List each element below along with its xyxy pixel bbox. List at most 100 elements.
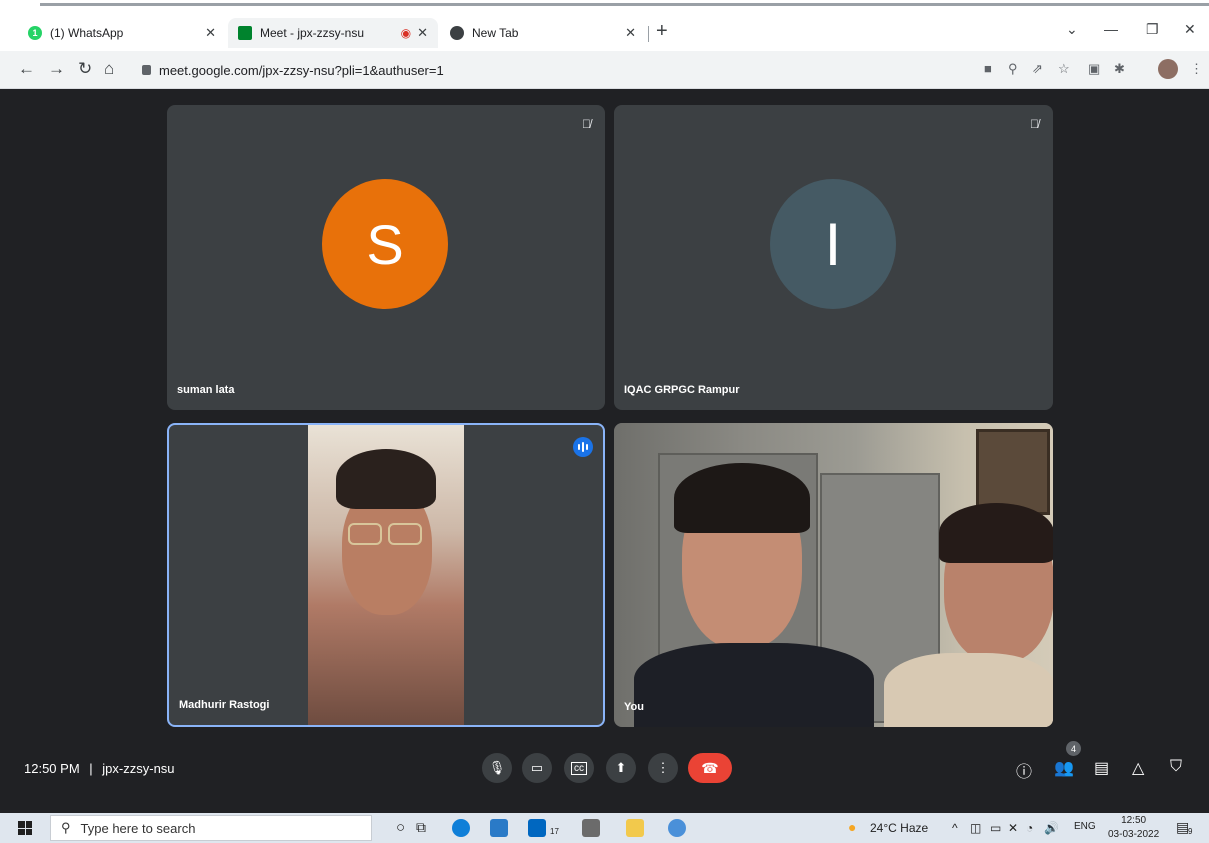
- clock-time: 12:50: [1121, 815, 1147, 826]
- reload-icon[interactable]: ↻: [78, 59, 92, 79]
- close-icon[interactable]: ✕: [625, 25, 636, 41]
- search-icon: ⚲: [61, 820, 71, 835]
- profile-avatar[interactable]: [1158, 59, 1178, 79]
- microsoft-store-icon[interactable]: [528, 819, 546, 837]
- taskbar-search[interactable]: ⚲ Type here to search: [50, 815, 372, 841]
- tab-strip: 1 (1) WhatsApp ✕ Meet - jpx-zzsy-nsu ◉ ✕…: [0, 14, 1209, 51]
- tab-separator: [648, 26, 649, 42]
- participant-tile-self[interactable]: You: [614, 423, 1053, 727]
- meet-icon: [238, 26, 252, 40]
- avatar-initial: S: [366, 212, 404, 276]
- restore-icon[interactable]: ❐: [1146, 21, 1159, 38]
- forward-icon[interactable]: →: [48, 59, 65, 79]
- battery-icon[interactable]: ▭: [990, 821, 1001, 835]
- participant-tile-active-speaker[interactable]: Madhurir Rastogi: [167, 423, 605, 727]
- cortana-icon[interactable]: ○: [396, 819, 405, 836]
- windows-taskbar: ⚲ Type here to search ○ ⧉ 17 ● 24°C Haze…: [0, 813, 1209, 843]
- separator: |: [89, 761, 93, 776]
- participant-name: IQAC GRPGC Rampur: [624, 384, 740, 396]
- present-button[interactable]: ⬆: [606, 753, 636, 783]
- meeting-time: 12:50 PM: [24, 761, 80, 776]
- mic-off-icon: 🎙̸: [582, 117, 591, 131]
- camera-in-use-icon[interactable]: ■: [984, 61, 992, 76]
- new-tab-icon[interactable]: +: [656, 20, 668, 43]
- weather-text: 24°C Haze: [870, 821, 929, 835]
- people-icon[interactable]: 👥: [1054, 758, 1074, 778]
- participant-count-badge: 4: [1066, 741, 1081, 756]
- end-call-icon: ☎: [701, 759, 719, 776]
- clock-date: 03-03-2022: [1108, 829, 1160, 840]
- meet-control-bar: 12:50 PM | jpx-zzsy-nsu 🎙 ▭ cc ⬆ ⋮ ☎ ⓘ 👥…: [0, 741, 1209, 795]
- host-controls-icon[interactable]: ⛉: [1170, 758, 1182, 776]
- meeting-info: 12:50 PM | jpx-zzsy-nsu: [24, 761, 175, 776]
- more-vert-icon: ⋮: [656, 760, 670, 775]
- zoom-icon[interactable]: ⚲: [1008, 61, 1018, 77]
- windows-start-icon[interactable]: [18, 821, 32, 835]
- taskbar-clock[interactable]: 12:50 03-03-2022: [1108, 814, 1159, 842]
- volume-icon[interactable]: 🔊: [1044, 821, 1059, 835]
- avatar-initial: I: [824, 210, 842, 278]
- back-icon[interactable]: ←: [18, 59, 35, 79]
- close-icon[interactable]: ✕: [417, 25, 428, 41]
- tab-label: Meet - jpx-zzsy-nsu: [260, 26, 365, 40]
- extensions-puzzle-icon[interactable]: ✱: [1114, 61, 1125, 77]
- window-top-edge: [0, 0, 1209, 14]
- more-options-button[interactable]: ⋮: [648, 753, 678, 783]
- avatar: S: [322, 179, 448, 309]
- task-view-icon[interactable]: ⧉: [416, 819, 426, 836]
- calculator-icon[interactable]: [490, 819, 508, 837]
- tab-label: New Tab: [472, 26, 519, 40]
- wifi-icon[interactable]: ◔: [1026, 821, 1033, 835]
- url-text: meet.google.com/jpx-zzsy-nsu?pli=1&authu…: [159, 62, 444, 78]
- captions-button[interactable]: cc: [564, 753, 594, 783]
- chat-icon[interactable]: ▤: [1094, 758, 1109, 778]
- edge-icon[interactable]: [452, 819, 470, 837]
- file-explorer-icon[interactable]: [626, 819, 644, 837]
- participant-name: Madhurir Rastogi: [179, 699, 270, 711]
- meeting-code: jpx-zzsy-nsu: [102, 761, 175, 776]
- lock-icon: [142, 65, 151, 75]
- tab-new-tab[interactable]: New Tab ✕: [440, 18, 646, 48]
- chrome-taskbar-icon[interactable]: [668, 819, 686, 837]
- tab-meet[interactable]: Meet - jpx-zzsy-nsu ◉ ✕: [228, 18, 438, 48]
- meeting-details-icon[interactable]: ⓘ: [1016, 758, 1032, 782]
- weather-icon: ●: [848, 819, 857, 835]
- store-badge: 17: [550, 827, 559, 836]
- participant-tile[interactable]: 🎙̸ S suman lata: [167, 105, 605, 410]
- browser-toolbar: ← → ↻ ⌂ meet.google.com/jpx-zzsy-nsu?pli…: [0, 51, 1209, 89]
- leave-call-button[interactable]: ☎: [688, 753, 732, 783]
- app-icon[interactable]: [582, 819, 600, 837]
- microphone-icon: 🎙: [488, 760, 506, 775]
- tab-search-icon[interactable]: ⌄: [1066, 21, 1078, 38]
- camera-button[interactable]: ▭: [522, 753, 552, 783]
- tab-whatsapp[interactable]: 1 (1) WhatsApp ✕: [18, 18, 226, 48]
- meet-tray-icon[interactable]: ◫: [970, 821, 981, 835]
- home-icon[interactable]: ⌂: [104, 59, 114, 79]
- show-hidden-icons-icon[interactable]: ^: [952, 821, 958, 835]
- minimize-icon[interactable]: —: [1104, 21, 1118, 37]
- activities-icon[interactable]: △: [1132, 758, 1144, 778]
- avatar: I: [770, 179, 896, 309]
- speaking-indicator-icon: [573, 437, 593, 457]
- bluetooth-off-icon[interactable]: ✕: [1008, 821, 1018, 835]
- extension-icon[interactable]: ▣: [1088, 61, 1100, 77]
- present-screen-icon: ⬆: [615, 760, 627, 775]
- whatsapp-icon: 1: [28, 26, 42, 40]
- participant-name: You: [624, 701, 644, 713]
- window-close-icon[interactable]: ✕: [1184, 21, 1196, 38]
- recording-icon: ◉: [400, 26, 412, 40]
- microphone-button[interactable]: 🎙: [482, 753, 512, 783]
- participant-name: suman lata: [177, 384, 235, 396]
- camera-icon: ▭: [530, 760, 544, 775]
- search-placeholder: Type here to search: [80, 820, 196, 836]
- captions-icon: cc: [571, 761, 587, 775]
- participant-video: [614, 423, 1053, 727]
- meet-stage: 🎙̸ S suman lata 🎙̸ I IQAC GRPGC Rampur M…: [0, 89, 1209, 795]
- close-icon[interactable]: ✕: [205, 25, 216, 41]
- share-icon[interactable]: ⇗: [1032, 61, 1043, 77]
- address-bar[interactable]: meet.google.com/jpx-zzsy-nsu?pli=1&authu…: [132, 56, 972, 84]
- bookmark-star-icon[interactable]: ☆: [1058, 61, 1070, 77]
- language-indicator[interactable]: ENG: [1074, 821, 1096, 832]
- participant-tile[interactable]: 🎙̸ I IQAC GRPGC Rampur: [614, 105, 1053, 410]
- menu-kebab-icon[interactable]: ⋮: [1190, 61, 1203, 77]
